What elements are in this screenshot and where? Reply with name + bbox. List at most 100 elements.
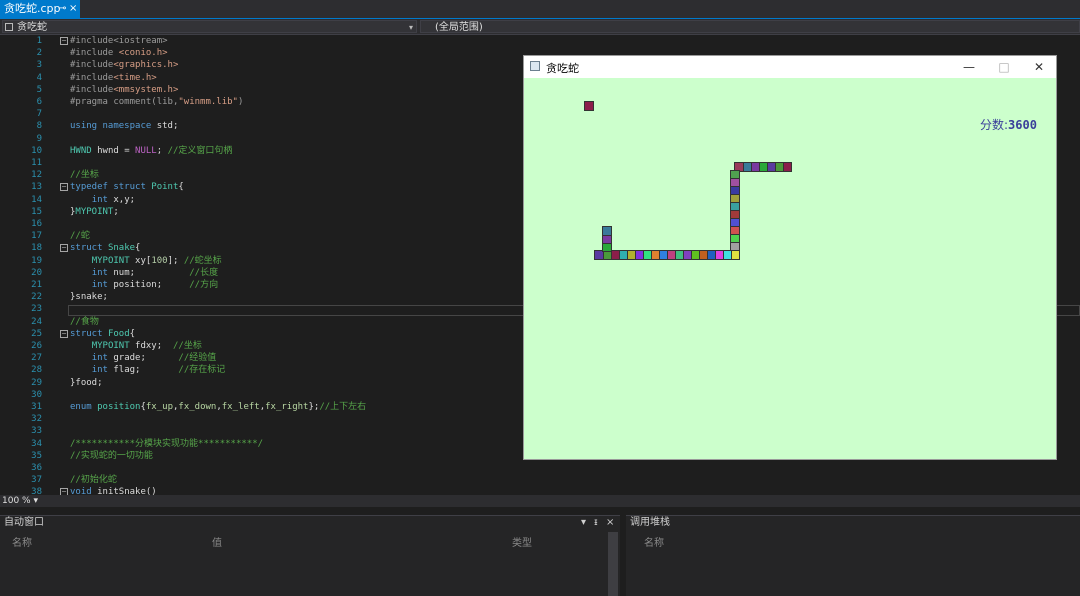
code-text: #include<graphics.h> — [70, 60, 179, 71]
code-text: //坐标 — [70, 170, 99, 181]
score-label: 分数: — [980, 118, 1009, 132]
close-button[interactable]: ✕ — [1024, 58, 1054, 76]
code-line[interactable]: 36 — [0, 462, 1080, 474]
code-line[interactable]: 38 − void initSnake() — [0, 486, 1080, 495]
fold-toggle-icon[interactable]: − — [60, 183, 68, 192]
line-number: 5 — [36, 84, 42, 95]
line-number: 3 — [36, 60, 42, 71]
close-icon[interactable]: × — [69, 0, 77, 18]
code-text: int num; //长度 — [91, 267, 219, 278]
app-icon — [530, 61, 540, 71]
line-number: 37 — [31, 475, 42, 486]
line-number: 24 — [31, 316, 42, 327]
zoom-level-dropdown[interactable]: 100 % ▾ — [2, 495, 38, 507]
snake-game-window[interactable]: 贪吃蛇 — □ ✕ 分数:3600 — [523, 55, 1057, 460]
line-number: 14 — [31, 194, 42, 205]
line-number: 6 — [36, 97, 42, 107]
line-number: 18 — [31, 243, 42, 254]
code-text: MYPOINT fdxy; //坐标 — [91, 341, 202, 351]
line-number: 35 — [31, 450, 42, 461]
line-number: 25 — [31, 328, 42, 339]
line-number: 4 — [36, 72, 42, 83]
panel-pin-icon[interactable]: ᵻ — [594, 517, 598, 528]
code-text: }snake; — [70, 292, 108, 303]
line-number: 1 — [36, 36, 42, 46]
line-number: 10 — [31, 145, 42, 156]
code-text: #include<time.h> — [70, 72, 157, 83]
line-number: 12 — [31, 170, 42, 181]
game-title-bar[interactable]: 贪吃蛇 — □ ✕ — [524, 56, 1056, 78]
code-text: int grade; //经验值 — [91, 353, 217, 364]
line-number: 34 — [31, 438, 42, 449]
global-scope-label: (全局范围) — [435, 22, 483, 33]
code-text: #pragma comment(lib,"winmm.lib") — [70, 97, 244, 107]
line-number: 23 — [31, 304, 42, 315]
code-text: //初始化蛇 — [70, 475, 117, 486]
line-number: 13 — [31, 182, 42, 193]
document-tab-bar: 贪吃蛇.cpp ⊸ × — [0, 0, 1080, 20]
chevron-down-icon: ▾ — [408, 23, 413, 32]
file-scope-dropdown[interactable]: 贪吃蛇 ▾ — [2, 20, 417, 33]
panel-close-icon[interactable]: × — [606, 517, 614, 528]
game-window-title: 贪吃蛇 — [546, 62, 579, 75]
code-text: #include <conio.h> — [70, 48, 168, 59]
code-text: #include<mmsystem.h> — [70, 84, 179, 95]
zoom-level: 100 % — [2, 496, 31, 506]
score-display: 分数:3600 — [980, 116, 1037, 133]
line-number: 19 — [31, 255, 42, 266]
column-header-value[interactable]: 值 — [212, 534, 222, 549]
line-number: 9 — [36, 133, 42, 144]
line-number: 33 — [31, 426, 42, 437]
line-number: 36 — [31, 463, 42, 473]
tab-snake-cpp[interactable]: 贪吃蛇.cpp ⊸ × — [0, 0, 80, 18]
line-number: 8 — [36, 121, 42, 132]
code-text: }food; — [70, 377, 103, 388]
line-number: 16 — [31, 219, 42, 229]
navigation-bar: 贪吃蛇 ▾ (全局范围) — [0, 19, 1080, 35]
column-header-type[interactable]: 类型 — [512, 534, 532, 549]
file-scope-label: 贪吃蛇 — [17, 22, 47, 33]
line-number: 7 — [36, 109, 42, 120]
autos-scrollbar[interactable] — [608, 532, 618, 596]
code-text: }MYPOINT; — [70, 206, 119, 217]
maximize-button[interactable]: □ — [989, 58, 1019, 76]
score-value: 3600 — [1008, 118, 1037, 132]
column-header-name[interactable]: 名称 — [12, 534, 32, 549]
autos-panel: 自动窗口 ▾ ᵻ × 名称 值 类型 — [0, 515, 620, 596]
line-number: 29 — [31, 377, 42, 388]
line-number: 28 — [31, 365, 42, 376]
line-number: 27 — [31, 353, 42, 364]
code-text: void initSnake() — [70, 487, 157, 495]
code-text: MYPOINT xy[100]; //蛇坐标 — [91, 255, 222, 266]
code-text: typedef struct Point{ — [70, 182, 184, 193]
code-text: int x,y; — [91, 194, 136, 205]
code-text: #include<iostream> — [70, 36, 168, 46]
line-number: 15 — [31, 206, 42, 217]
minimize-button[interactable]: — — [954, 58, 984, 76]
line-number: 26 — [31, 341, 42, 351]
fold-toggle-icon[interactable]: − — [60, 329, 68, 338]
editor-status-bar: 100 % ▾ — [0, 495, 1080, 507]
tab-title: 贪吃蛇.cpp — [4, 2, 61, 15]
food-pellet — [584, 101, 594, 111]
snake-segment — [602, 226, 612, 236]
global-scope-dropdown[interactable]: (全局范围) — [420, 20, 1080, 33]
line-number: 11 — [31, 158, 42, 168]
panel-menu-icon[interactable]: ▾ — [581, 517, 586, 528]
line-number: 21 — [31, 280, 42, 290]
code-text: HWND hwnd = NULL; //定义窗口句柄 — [70, 145, 233, 156]
code-text: enum position{fx_up,fx_down,fx_left,fx_r… — [70, 402, 367, 412]
line-number: 31 — [31, 402, 42, 412]
line-number: 17 — [31, 231, 42, 242]
fold-toggle-icon[interactable]: − — [60, 244, 68, 253]
fold-toggle-icon[interactable]: − — [60, 488, 68, 495]
column-header-name[interactable]: 名称 — [644, 534, 664, 549]
fold-toggle-icon[interactable]: − — [60, 37, 68, 45]
project-icon — [5, 23, 13, 31]
code-text: /***********分模块实现功能***********/ — [70, 438, 264, 449]
pin-icon[interactable]: ⊸ — [58, 0, 66, 18]
code-line[interactable]: 37 //初始化蛇 — [0, 474, 1080, 486]
code-text: //食物 — [70, 316, 99, 327]
code-line[interactable]: 1 − #include<iostream> — [0, 35, 1080, 47]
line-number: 32 — [31, 414, 42, 425]
